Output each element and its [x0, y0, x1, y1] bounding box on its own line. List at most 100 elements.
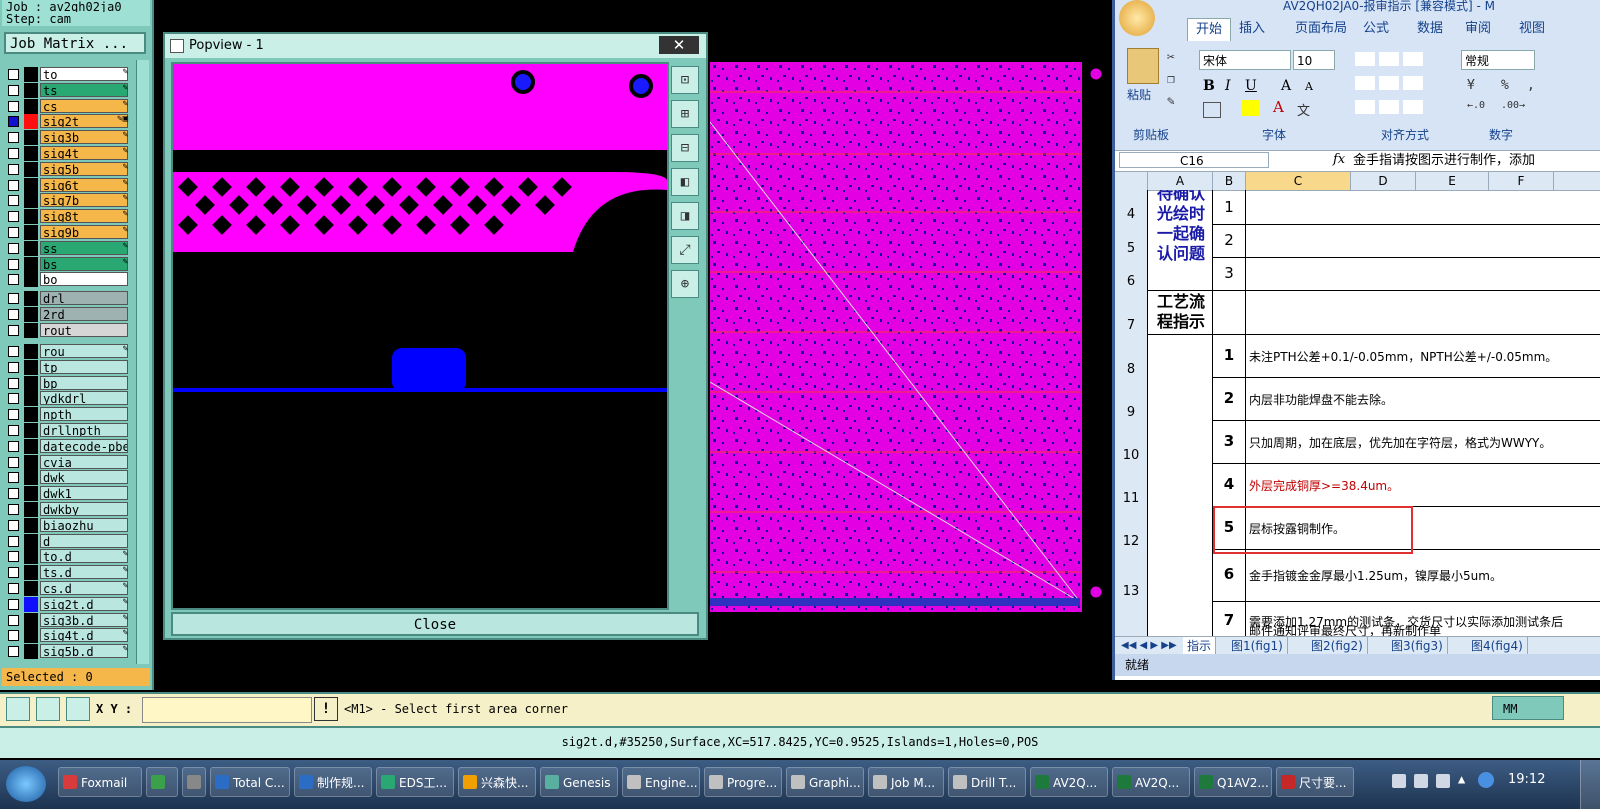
layer-row[interactable]: dwkby [8, 502, 128, 517]
xy-input[interactable] [142, 697, 312, 723]
tray-icon[interactable] [1436, 774, 1450, 788]
zoom-out-icon[interactable]: ⊟ [671, 134, 699, 162]
layer-name[interactable]: dwkby [40, 502, 128, 516]
italic-icon[interactable]: I [1225, 78, 1231, 94]
layer-row[interactable]: bo [8, 272, 128, 288]
layer-row[interactable]: sig8t ✎ [8, 209, 128, 225]
layer-name[interactable]: sig9b [40, 225, 128, 239]
layer-name[interactable]: sig5b.d [40, 644, 128, 659]
fx-icon[interactable]: fx [1333, 152, 1345, 167]
layer-name[interactable]: drl [40, 291, 128, 305]
layer-name[interactable]: drllnpth [40, 423, 128, 437]
row-header[interactable]: 4 [1115, 190, 1148, 224]
layer-color-swatch[interactable] [24, 454, 38, 470]
layer-color-swatch[interactable] [24, 82, 38, 98]
layer-checkbox[interactable] [8, 535, 19, 547]
layer-checkbox[interactable] [8, 630, 19, 642]
row-header[interactable]: 8 [1115, 334, 1148, 377]
ribbon-tab[interactable]: 插入 [1239, 18, 1265, 40]
font-color-icon[interactable]: A [1273, 98, 1284, 116]
row-header[interactable]: 13 [1115, 549, 1148, 601]
layer-row[interactable]: drllnpth [8, 423, 128, 438]
taskbar-button[interactable]: Progre... [704, 767, 782, 797]
start-button[interactable] [6, 766, 46, 802]
layer-color-swatch[interactable] [24, 486, 38, 502]
layer-checkbox[interactable] [8, 567, 19, 579]
layer-row[interactable]: biaozhu [8, 517, 128, 533]
layer-row[interactable]: dwk [8, 470, 128, 486]
layer-name[interactable]: to.d [40, 549, 128, 564]
row-header[interactable]: 11 [1115, 463, 1148, 506]
taskbar-button[interactable]: Q1AV2... [1194, 767, 1272, 797]
keyboard-icon[interactable] [1392, 774, 1406, 788]
layer-row[interactable]: cvia [8, 454, 128, 470]
layer-color-swatch[interactable] [24, 470, 38, 486]
col-header-b[interactable]: B [1213, 172, 1246, 190]
layer-checkbox[interactable] [8, 472, 19, 484]
taskbar-button[interactable]: Engine... [622, 767, 700, 797]
pan-right-icon[interactable]: ◨ [671, 202, 699, 230]
layer-row[interactable]: ts.d ✎ [8, 565, 128, 581]
font-name-select[interactable]: 宋体 [1199, 50, 1291, 70]
layer-color-swatch[interactable] [24, 423, 38, 438]
paste-icon[interactable] [1127, 48, 1159, 84]
layer-name[interactable]: rout [40, 323, 128, 337]
col-header-f[interactable]: F [1489, 172, 1554, 190]
taskbar-button[interactable]: Drill T... [948, 767, 1026, 797]
currency-icon[interactable]: ¥ [1467, 78, 1475, 93]
layer-row[interactable]: d [8, 533, 128, 549]
layer-color-swatch[interactable] [24, 256, 38, 272]
layer-name[interactable]: sig3b [40, 130, 128, 145]
pcb-board-view[interactable] [710, 62, 1110, 612]
vertical-align-icons[interactable] [1355, 52, 1427, 66]
layer-color-swatch[interactable] [24, 628, 38, 644]
layer-color-swatch[interactable] [24, 517, 38, 533]
center-icon[interactable]: ⊕ [671, 270, 699, 298]
row-header[interactable]: 5 [1115, 224, 1148, 257]
layer-name[interactable]: sig2t [40, 114, 128, 129]
taskbar-button[interactable]: 尺寸要... [1276, 767, 1354, 797]
borders-icon[interactable] [1203, 102, 1221, 118]
layer-row[interactable]: ts ✎ [8, 82, 128, 98]
layer-checkbox[interactable] [8, 488, 19, 500]
layer-color-swatch[interactable] [24, 533, 38, 549]
layer-checkbox[interactable] [8, 646, 19, 658]
layer-row[interactable]: datecode-pbe [8, 438, 128, 454]
tray-icon[interactable] [1414, 774, 1428, 788]
fill-color-icon[interactable] [1241, 100, 1259, 116]
sheet-tab[interactable]: 图4(fig4) [1467, 637, 1528, 655]
layer-color-swatch[interactable] [24, 177, 38, 193]
office-button-icon[interactable] [1119, 0, 1155, 36]
popview-close-icon[interactable]: ✕ [659, 36, 699, 54]
layer-color-swatch[interactable] [24, 146, 38, 161]
ribbon-tab[interactable]: 审阅 [1465, 18, 1491, 40]
layer-name[interactable]: d [40, 533, 128, 548]
layer-row[interactable]: sig3b ✎ [8, 130, 128, 146]
layer-row[interactable]: tp [8, 359, 128, 375]
horizontal-align-icons[interactable] [1355, 76, 1427, 90]
ribbon-tab[interactable]: 数据 [1417, 18, 1443, 40]
layer-color-swatch[interactable] [24, 359, 38, 375]
sheet-grid[interactable]: 4 5 6 7 8 9 10 11 12 13 待确认光绘时一起确认问题 工艺流… [1115, 190, 1600, 636]
layer-name[interactable]: cs.d [40, 581, 128, 595]
ribbon-tab[interactable]: 页面布局 [1295, 18, 1347, 40]
layer-color-swatch[interactable] [24, 225, 38, 240]
shrink-font-icon[interactable]: A [1305, 80, 1313, 93]
layer-name[interactable]: bo [40, 272, 128, 287]
layer-name[interactable]: sig6t [40, 177, 128, 192]
comma-icon[interactable]: , [1527, 78, 1535, 93]
layer-color-swatch[interactable] [24, 549, 38, 565]
layer-checkbox[interactable] [8, 242, 19, 254]
layer-name[interactable]: rou [40, 344, 128, 358]
taskbar-button[interactable]: Genesis [540, 767, 618, 797]
grow-font-icon[interactable]: A [1281, 78, 1291, 94]
fit-all-icon[interactable]: ⤢ [671, 236, 699, 264]
layer-checkbox[interactable] [8, 325, 19, 336]
ribbon-tab[interactable]: 公式 [1363, 18, 1389, 40]
ribbon-tab[interactable]: 开始 [1187, 18, 1232, 41]
layer-checkbox[interactable] [8, 195, 19, 207]
col-header-e[interactable]: E [1416, 172, 1489, 190]
layer-name[interactable]: sig2t.d [40, 596, 128, 611]
layer-row[interactable]: bp [8, 375, 128, 391]
layer-color-swatch[interactable] [24, 407, 38, 423]
